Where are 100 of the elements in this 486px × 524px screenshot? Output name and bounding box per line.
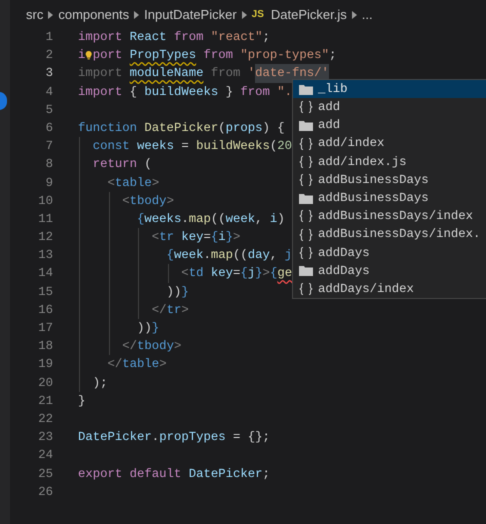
breadcrumb-item[interactable]: components [58,4,130,24]
code-token: } [181,284,189,301]
line-number: 1 [44,29,53,46]
code-token: moduleName [130,65,204,82]
code-token: ' [248,65,256,82]
code-token: < [150,229,160,246]
braces-icon [299,228,313,241]
breadcrumb-item[interactable]: ... [362,4,373,24]
braces-icon [299,174,313,186]
code-token: ( [218,120,226,137]
code-token: { [166,247,174,264]
code-token: { [130,84,138,101]
code-token: props [226,120,263,137]
code-token: const [92,138,131,156]
code-token: DatePicker [188,466,262,482]
code-token: React [130,29,168,46]
breadcrumb-item[interactable]: src [26,4,44,24]
line-number: 16 [37,302,53,319]
code-token: tbody [137,338,174,356]
suggestion-item[interactable]: addBusinessDays/index [293,207,486,226]
code-token: day [248,247,270,264]
folder-icon [299,120,313,131]
code-token: . [152,429,160,446]
line-number: 13 [37,247,53,264]
code-token: </ [106,356,122,374]
suggestion-item[interactable]: addDays [293,244,486,262]
code-token: , [270,247,278,264]
code-token: weeks [144,210,182,228]
line-number: 8 [44,156,53,174]
code-token: from [210,65,242,82]
code-token: . [181,210,189,228]
suggestion-item[interactable]: addBusinessDays/index. [293,226,486,244]
code-token: . [203,247,211,264]
code-token: > [181,302,189,319]
line-number: 15 [37,284,53,301]
code-token: ) { [262,120,285,137]
code-token: ". [277,84,292,101]
code-token: ge [277,265,292,282]
code-token: import [78,65,124,82]
code-token: } [255,265,263,282]
suggestion-item[interactable]: addBusinessDays [293,170,486,190]
line-number: 12 [37,229,53,246]
code-token: week [174,247,204,264]
code-token: (( [210,210,226,228]
code-token: > [174,338,182,356]
code-token: ); [92,374,108,392]
code-token: < [106,174,115,192]
code-token: { [270,265,278,282]
lightbulb-icon[interactable] [85,48,93,62]
code-token: ( [270,138,278,156]
code-token: < [121,192,130,210]
suggestion-item[interactable]: addDays/index [293,280,486,298]
line-number: 7 [44,138,53,156]
code-token: from [174,29,204,46]
code-token: tr [159,229,175,246]
folder-icon [299,192,313,204]
code-token: } [224,84,234,101]
folder-icon [299,265,313,276]
suggestion-item[interactable]: addBusinessDays [293,189,486,208]
code-token: buildWeeks [144,84,218,101]
line-number: 9 [44,174,53,192]
code-token: ( [144,156,152,174]
code-token: tr [166,302,182,319]
code-token: table [114,174,152,192]
line-number: 11 [37,210,53,228]
suggestion-item[interactable]: add [293,116,486,135]
braces-icon [299,283,313,296]
code-token: from [240,84,271,101]
line-number: 4 [44,84,53,101]
suggestion-item[interactable]: _lib [293,80,486,98]
code-token: PropTypes [130,47,196,64]
suggestion-item[interactable]: addDays [293,262,486,280]
code-token: { [210,229,218,246]
suggestion-item[interactable]: add/index.js [293,152,486,171]
line-number: 5 [44,102,53,119]
code-token: buildWeeks [196,138,270,156]
line-number: 2 [44,47,53,64]
suggestion-item[interactable]: add [293,98,486,116]
line-number: 17 [37,320,53,337]
code-token: = {}; [232,429,270,446]
line-number: 18 [37,338,53,356]
code-token: j [284,247,292,264]
breadcrumb-item[interactable]: InputDatePicker [144,4,237,24]
breadcrumb-item[interactable]: DatePicker.js [270,4,347,24]
line-number: 3 [44,65,53,82]
code-token: ; [328,47,336,64]
suggestion-item[interactable]: add/index [293,134,486,153]
code-token: port [92,47,124,64]
code-token: return [92,156,138,174]
braces-icon [299,246,313,259]
code-token: ) [277,210,285,228]
code-token: weeks [137,138,174,156]
code-token: > [262,265,270,282]
code-token: ; [262,466,270,482]
code-token: = [203,229,211,246]
braces-icon [299,101,313,114]
braces-icon [299,210,313,222]
line-number: 23 [37,429,53,446]
line-number: 14 [37,265,53,282]
code-token: "react" [210,29,262,46]
